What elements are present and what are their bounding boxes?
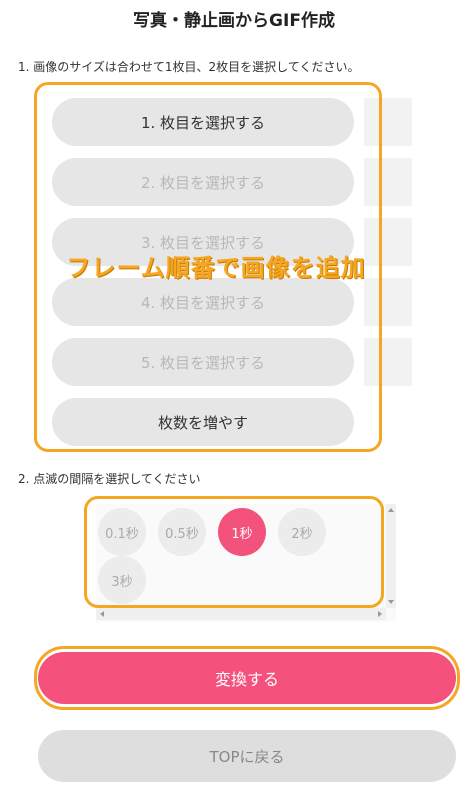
interval-option-0-5[interactable]: 0.5秒 xyxy=(158,508,206,556)
add-frame-button[interactable]: 枚数を増やす xyxy=(52,398,354,446)
frame-5-thumbnail xyxy=(364,338,412,386)
overlay-caption: フレーム順番で画像を追加 xyxy=(66,254,366,282)
horizontal-scrollbar[interactable] xyxy=(96,608,386,620)
page-title: 写真・静止画からGIF作成 xyxy=(133,11,335,31)
frame-2-thumbnail xyxy=(364,158,412,206)
interval-option-2[interactable]: 2秒 xyxy=(278,508,326,556)
select-frame-1-button[interactable]: 1. 枚目を選択する xyxy=(52,98,354,146)
scroll-up-arrow-icon[interactable] xyxy=(388,508,394,512)
vertical-scrollbar[interactable] xyxy=(386,504,396,608)
interval-options-panel: 0.1秒 0.5秒 1秒 2秒 3秒 xyxy=(96,504,396,622)
step1-instruction: 1. 画像のサイズは合わせて1枚目、2枚目を選択してください。 xyxy=(18,60,360,74)
interval-option-1[interactable]: 1秒 xyxy=(218,508,266,556)
interval-option-3[interactable]: 3秒 xyxy=(98,556,146,604)
scroll-right-arrow-icon[interactable] xyxy=(378,611,382,617)
step2-instruction: 2. 点滅の間隔を選択してください xyxy=(18,472,201,486)
select-frame-2-button[interactable]: 2. 枚目を選択する xyxy=(52,158,354,206)
frame-4-thumbnail xyxy=(364,278,412,326)
interval-option-0-1[interactable]: 0.1秒 xyxy=(98,508,146,556)
select-frame-5-button[interactable]: 5. 枚目を選択する xyxy=(52,338,354,386)
frame-1-thumbnail xyxy=(364,98,412,146)
scroll-down-arrow-icon[interactable] xyxy=(388,600,394,604)
scroll-left-arrow-icon[interactable] xyxy=(100,611,104,617)
select-frame-4-button[interactable]: 4. 枚目を選択する xyxy=(52,278,354,326)
convert-button[interactable]: 変換する xyxy=(38,652,456,704)
back-to-top-button[interactable]: TOPに戻る xyxy=(38,730,456,782)
